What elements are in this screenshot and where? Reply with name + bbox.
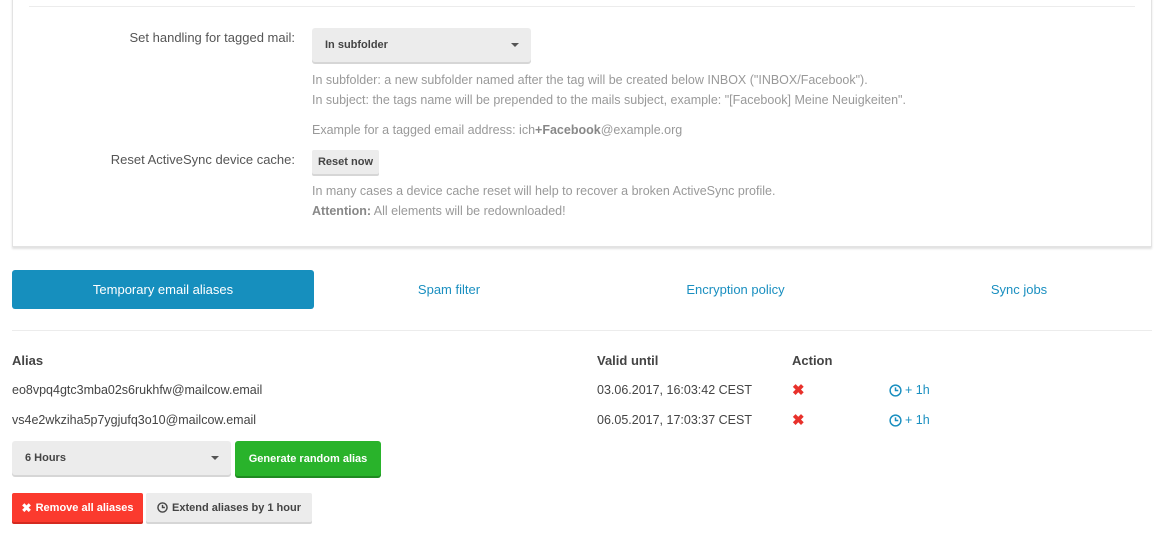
attention-label: Attention: — [312, 204, 372, 218]
reset-now-button[interactable]: Reset now — [312, 150, 379, 174]
alias-valid-until: 03.06.2017, 16:03:42 CEST — [597, 383, 752, 397]
tab-encryption-policy[interactable]: Encryption policy — [667, 270, 804, 309]
tagged-mail-select[interactable]: In subfolder — [312, 28, 531, 62]
alias-valid-until: 06.05.2017, 17:03:37 CEST — [597, 413, 752, 427]
alias-address: eo8vpq4gtc3mba02s6rukhfw@mailcow.email — [12, 383, 263, 397]
tab-sync-jobs[interactable]: Sync jobs — [962, 270, 1076, 309]
tab-temporary-aliases[interactable]: Temporary email aliases — [12, 270, 314, 309]
delete-alias-icon[interactable]: ✖ — [792, 381, 805, 399]
example-suffix: @example.org — [600, 123, 683, 137]
clock-icon — [157, 502, 168, 513]
extend-all-label: Extend aliases by 1 hour — [172, 501, 301, 514]
divider — [12, 330, 1152, 331]
tagged-mail-select-value: In subfolder — [325, 39, 388, 51]
alias-duration-select[interactable]: 6 Hours — [12, 441, 231, 475]
settings-tabs: Temporary email aliases Spam filter Encr… — [12, 270, 1152, 310]
tagged-mail-help: In subfolder: a new subfolder named afte… — [312, 70, 906, 110]
tagged-mail-label: Set handling for tagged mail: — [129, 30, 296, 45]
extend-label: + 1h — [905, 383, 930, 397]
chevron-down-icon — [211, 456, 219, 460]
help-subfolder: In subfolder: a new subfolder named afte… — [312, 73, 868, 87]
generate-alias-button[interactable]: Generate random alias — [235, 441, 381, 476]
activesync-label: Reset ActiveSync device cache: — [110, 152, 295, 167]
header-valid-until: Valid until — [597, 353, 659, 368]
remove-all-aliases-button[interactable]: ✖ Remove all aliases — [12, 493, 143, 522]
example-prefix: Example for a tagged email address: ich — [312, 123, 536, 137]
header-alias: Alias — [12, 353, 44, 368]
extend-alias-link[interactable]: + 1h — [889, 413, 930, 427]
tab-spam-filter[interactable]: Spam filter — [382, 270, 516, 309]
tagged-mail-example: Example for a tagged email address: ich+… — [312, 120, 682, 140]
duration-select-value: 6 Hours — [25, 452, 66, 464]
activesync-help: In many cases a device cache reset will … — [312, 181, 775, 221]
remove-all-label: Remove all aliases — [35, 501, 134, 514]
delete-alias-icon[interactable]: ✖ — [792, 411, 805, 429]
chevron-down-icon — [511, 43, 519, 47]
activesync-help-text: In many cases a device cache reset will … — [312, 184, 776, 198]
extend-label: + 1h — [905, 413, 930, 427]
clock-icon — [889, 413, 902, 427]
alias-address: vs4e2wkziha5p7ygjufq3o10@mailcow.email — [12, 413, 257, 427]
header-action: Action — [792, 353, 833, 368]
divider — [29, 6, 1135, 7]
attention-text: All elements will be redownloaded! — [371, 204, 566, 218]
extend-all-aliases-button[interactable]: Extend aliases by 1 hour — [146, 493, 312, 522]
clock-icon — [889, 383, 902, 397]
extend-alias-link[interactable]: + 1h — [889, 383, 930, 397]
example-tag: +Facebook — [535, 123, 601, 137]
help-subject: In subject: the tags name will be prepen… — [312, 93, 906, 107]
close-icon: ✖ — [21, 500, 32, 515]
activesync-attention: Attention: All elements will be redownlo… — [312, 201, 775, 221]
